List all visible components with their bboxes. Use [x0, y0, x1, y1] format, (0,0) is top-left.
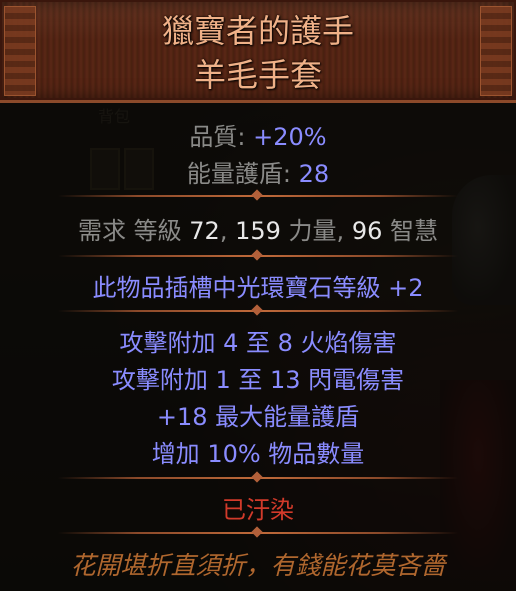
- separator: [58, 310, 458, 312]
- separator: [58, 195, 458, 197]
- explicit-mod: +18 最大能量護盾: [156, 403, 360, 431]
- flavour-text: 花開堪折直須折，有錢能花莫吝嗇: [70, 551, 446, 580]
- separator: [58, 477, 458, 479]
- separator: [58, 255, 458, 257]
- item-name: 獵寶者的護手: [161, 12, 354, 50]
- separator: [58, 532, 458, 534]
- item-base-type: 羊毛手套: [193, 56, 322, 94]
- explicit-mod: 增加 10% 物品數量: [151, 440, 365, 468]
- corrupted-label: 已汙染: [222, 496, 294, 524]
- property-quality: 品質: +20%: [189, 123, 327, 151]
- implicit-mod: 此物品插槽中光環寶石等級 +2: [92, 274, 424, 302]
- item-header: 獵寶者的護手 羊毛手套: [0, 0, 516, 103]
- explicit-mod: 攻擊附加 4 至 8 火焰傷害: [119, 329, 397, 357]
- requirements: 需求 等級 72, 159 力量, 96 智慧: [78, 217, 438, 245]
- property-energy-shield: 能量護盾: 28: [186, 160, 330, 188]
- explicit-mod: 攻擊附加 1 至 13 閃電傷害: [111, 366, 405, 394]
- item-tooltip: 獵寶者的護手 羊毛手套 品質: +20% 能量護盾: 28 需求 等級 72, …: [0, 0, 516, 591]
